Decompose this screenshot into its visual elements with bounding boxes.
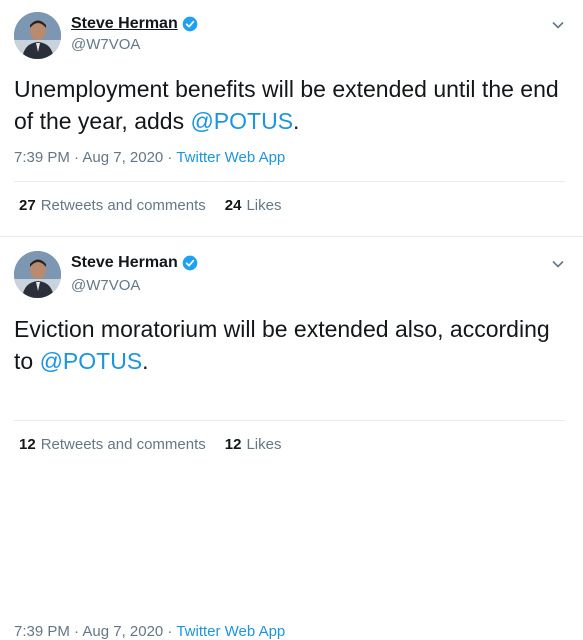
divider bbox=[14, 181, 565, 182]
likes-stat[interactable]: 12 Likes bbox=[225, 436, 282, 453]
likes-stat[interactable]: 24 Likes bbox=[225, 197, 282, 214]
mention-link[interactable]: @POTUS bbox=[40, 348, 143, 374]
retweets-label: Retweets and comments bbox=[40, 436, 206, 453]
likes-label: Likes bbox=[246, 436, 282, 453]
likes-label: Likes bbox=[246, 197, 282, 214]
tweet[interactable]: Steve Herman @W7VOA Unemployment benefit… bbox=[0, 0, 583, 234]
timestamp[interactable]: 7:39 PM · Aug 7, 2020 · bbox=[14, 149, 176, 166]
source-app-link[interactable]: Twitter Web App bbox=[176, 149, 285, 166]
retweets-label: Retweets and comments bbox=[40, 197, 206, 214]
handle[interactable]: @W7VOA bbox=[71, 277, 140, 294]
tweet-text-end: . bbox=[293, 108, 300, 134]
chevron-down-icon[interactable] bbox=[551, 18, 565, 32]
retweets-stat[interactable]: 27 Retweets and comments bbox=[19, 197, 206, 214]
divider bbox=[14, 420, 565, 421]
chevron-down-icon[interactable] bbox=[551, 257, 565, 271]
retweets-count: 27 bbox=[19, 197, 36, 214]
tweet-text-end: . bbox=[142, 348, 149, 374]
tweet-text: Unemployment benefits will be extended u… bbox=[14, 73, 565, 137]
handle[interactable]: @W7VOA bbox=[71, 36, 140, 53]
likes-count: 24 bbox=[224, 197, 242, 214]
timestamp[interactable]: 7:39 PM · Aug 7, 2020 · bbox=[14, 623, 176, 640]
mention-link[interactable]: @POTUS bbox=[190, 108, 293, 134]
tweet-meta: 7:39 PM · Aug 7, 2020 · Twitter Web App bbox=[14, 623, 285, 640]
verified-badge-icon bbox=[182, 255, 198, 271]
verified-badge-icon bbox=[182, 16, 198, 32]
tweet-text: Eviction moratorium will be extended als… bbox=[14, 313, 565, 377]
engagement-stats: 12 Retweets and comments 12 Likes bbox=[19, 436, 281, 453]
avatar[interactable] bbox=[14, 12, 61, 59]
likes-count: 12 bbox=[224, 436, 242, 453]
display-name[interactable]: Steve Herman bbox=[71, 254, 178, 272]
tweet-meta: 7:39 PM · Aug 7, 2020 · Twitter Web App bbox=[14, 149, 285, 166]
engagement-stats: 27 Retweets and comments 24 Likes bbox=[19, 197, 281, 214]
source-app-link[interactable]: Twitter Web App bbox=[176, 623, 285, 640]
retweets-stat[interactable]: 12 Retweets and comments bbox=[19, 436, 206, 453]
author-row: Steve Herman bbox=[71, 254, 198, 272]
author-row: Steve Herman bbox=[71, 15, 198, 33]
retweets-count: 12 bbox=[19, 436, 36, 453]
tweet[interactable]: Steve Herman @W7VOA Eviction moratorium … bbox=[0, 236, 583, 640]
display-name[interactable]: Steve Herman bbox=[71, 15, 178, 33]
avatar[interactable] bbox=[14, 251, 61, 298]
